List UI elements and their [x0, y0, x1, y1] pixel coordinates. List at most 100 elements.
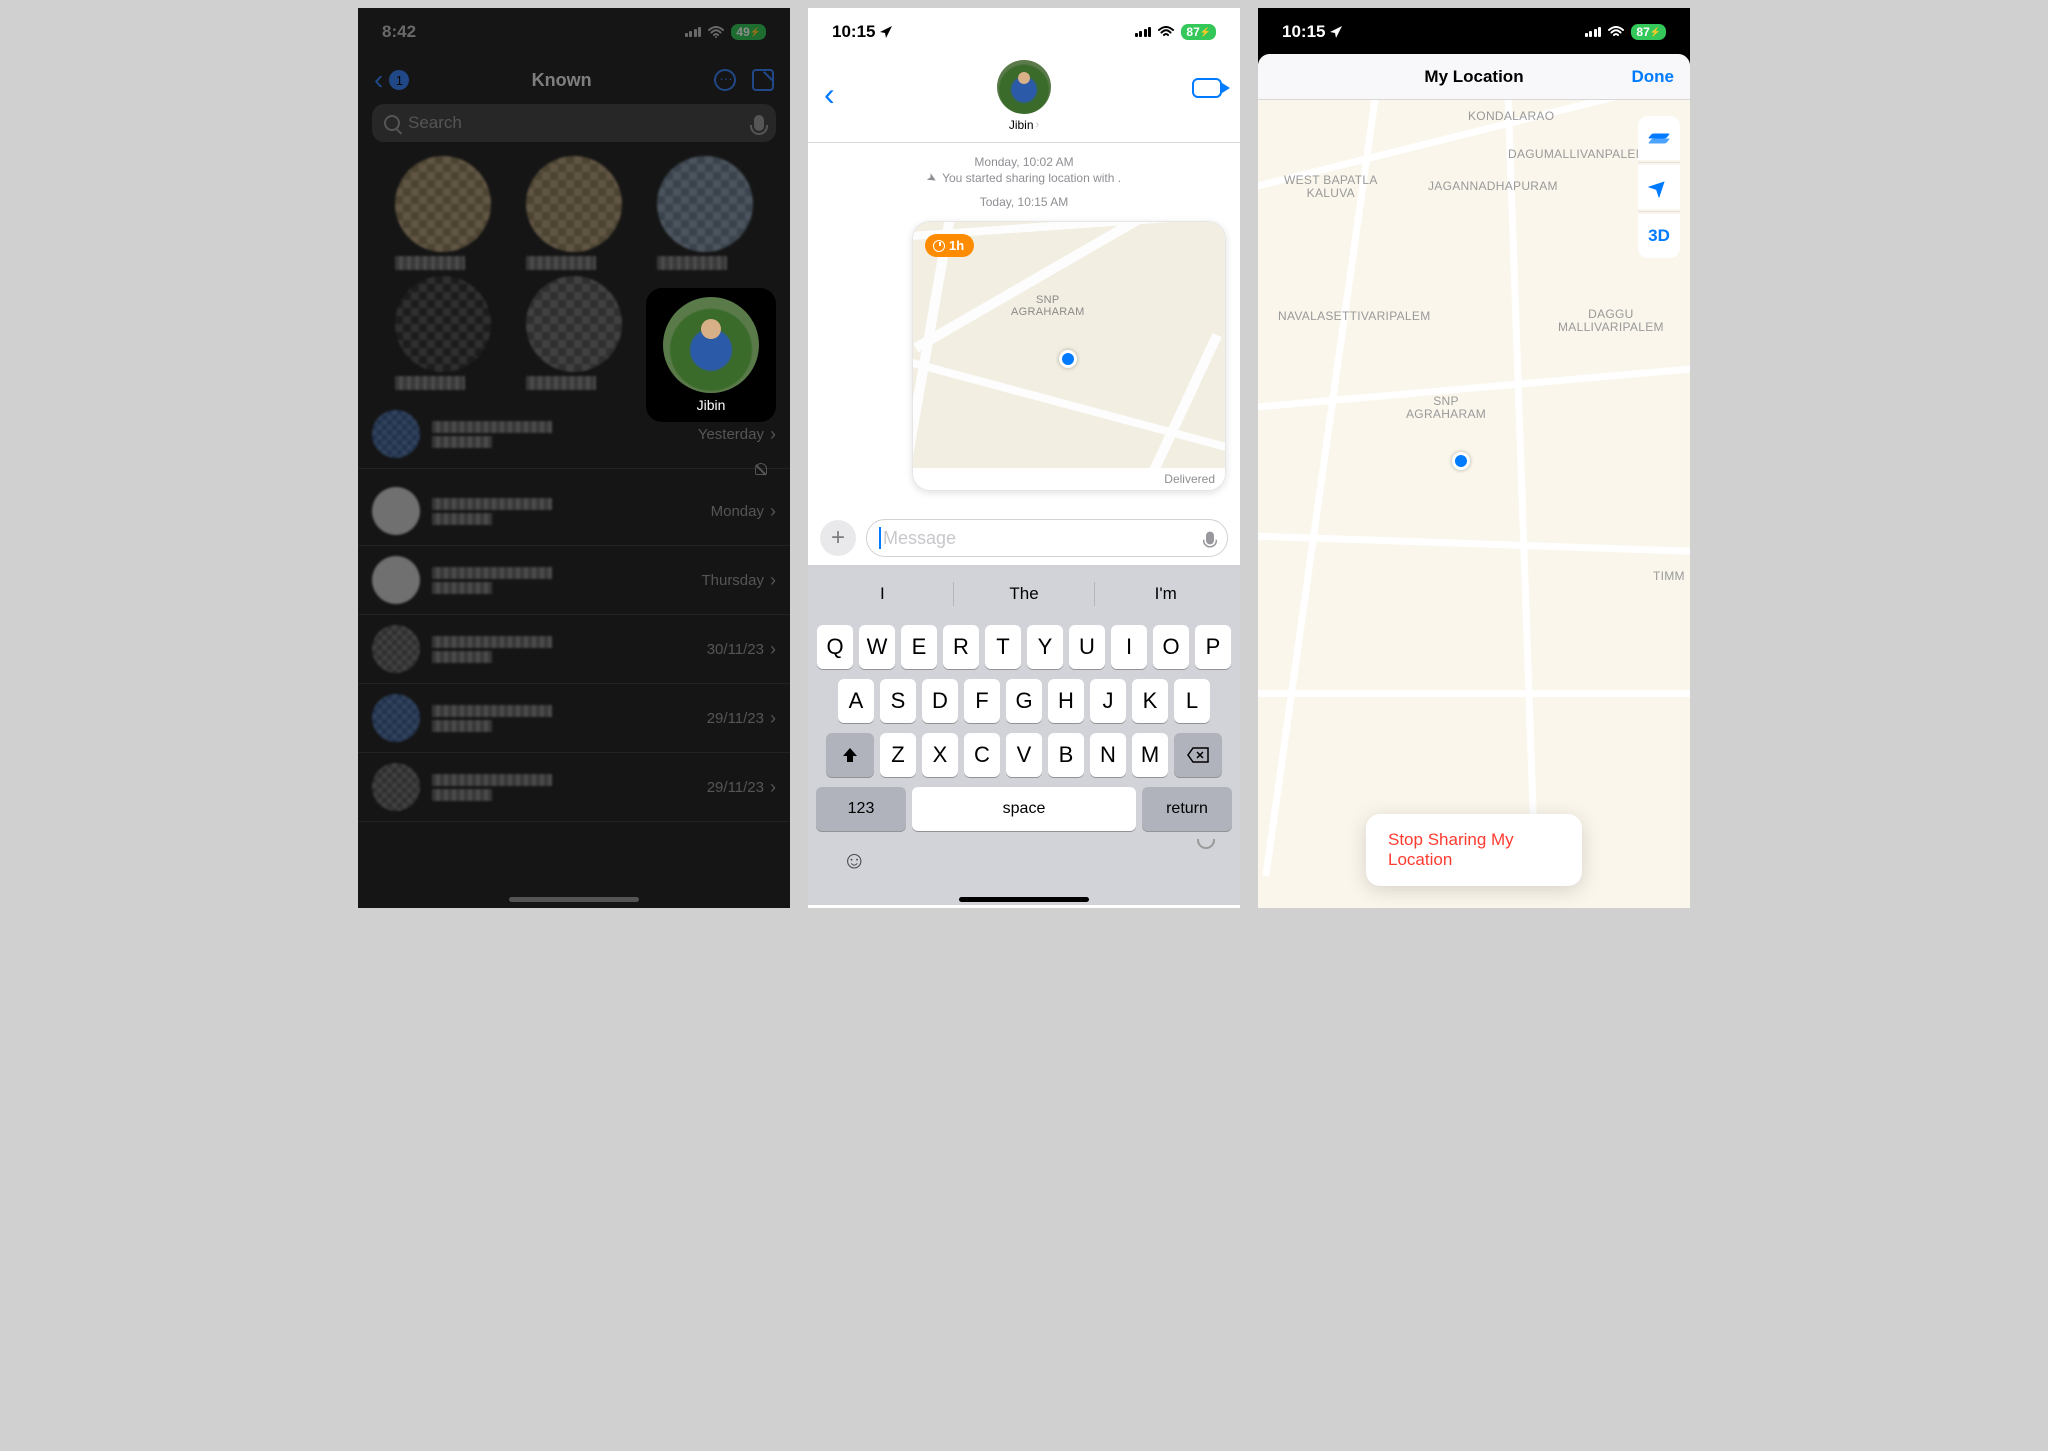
- emoji-key[interactable]: ☺: [842, 847, 867, 875]
- suggestion[interactable]: The: [954, 584, 1095, 604]
- status-bar: 10:15 87⚡: [1258, 8, 1690, 56]
- conversation-row[interactable]: 30/11/23›: [358, 615, 790, 684]
- key-e[interactable]: E: [901, 625, 937, 669]
- pinned-contact[interactable]: [395, 276, 491, 372]
- key-n[interactable]: N: [1090, 733, 1126, 777]
- key-j[interactable]: J: [1090, 679, 1126, 723]
- key-w[interactable]: W: [859, 625, 895, 669]
- contact-name-button[interactable]: Jibin ›: [1009, 118, 1039, 132]
- key-c[interactable]: C: [964, 733, 1000, 777]
- key-k[interactable]: K: [1132, 679, 1168, 723]
- dictate-icon[interactable]: [754, 115, 764, 131]
- key-h[interactable]: H: [1048, 679, 1084, 723]
- pinned-contact[interactable]: [657, 156, 753, 252]
- suggestion[interactable]: I'm: [1095, 584, 1236, 604]
- message-timeline: Monday, 10:02 AM ➤ You started sharing l…: [808, 143, 1240, 221]
- dimmed-background: 8:42 49⚡ ‹ 1 Known Search: [358, 8, 790, 908]
- location-share-bubble[interactable]: 1h SNP AGRAHARAM Delivered: [912, 221, 1226, 491]
- dictate-icon[interactable]: [1206, 532, 1214, 545]
- phone-messages-list: 8:42 49⚡ ‹ 1 Known Search: [358, 8, 790, 908]
- add-attachment-button[interactable]: +: [820, 520, 856, 556]
- avatar: [372, 625, 420, 673]
- cellular-icon: [1585, 27, 1602, 37]
- key-u[interactable]: U: [1069, 625, 1105, 669]
- map-layers-button[interactable]: [1638, 116, 1680, 160]
- keyboard-suggestions: I The I'm: [812, 573, 1236, 615]
- conversation-row[interactable]: 29/11/23›: [358, 753, 790, 822]
- date-label: 29/11/23: [707, 779, 764, 796]
- wifi-icon: [707, 26, 725, 39]
- key-p[interactable]: P: [1195, 625, 1231, 669]
- key-l[interactable]: L: [1174, 679, 1210, 723]
- space-key[interactable]: space: [912, 787, 1136, 831]
- context-menu-contact-card[interactable]: Jibin: [646, 288, 776, 422]
- conversation-header: ‹ Jibin ›: [808, 56, 1240, 143]
- compose-button[interactable]: [752, 69, 774, 91]
- shift-key[interactable]: [826, 733, 874, 777]
- back-button[interactable]: ‹ 1: [374, 64, 409, 96]
- location-sheet: My Location Done KONDALARAO DAGUMALLIVAN…: [1258, 54, 1690, 908]
- stop-sharing-button[interactable]: Stop Sharing My Location: [1366, 814, 1582, 886]
- key-i[interactable]: I: [1111, 625, 1147, 669]
- avatar: [372, 694, 420, 742]
- pinned-name-redacted: [657, 256, 727, 270]
- key-t[interactable]: T: [985, 625, 1021, 669]
- key-f[interactable]: F: [964, 679, 1000, 723]
- recenter-button[interactable]: [1638, 165, 1680, 209]
- cellular-icon: [685, 27, 702, 37]
- pinned-contact[interactable]: [526, 156, 622, 252]
- duration-badge: 1h: [925, 234, 974, 257]
- key-o[interactable]: O: [1153, 625, 1189, 669]
- back-button[interactable]: ‹: [824, 76, 835, 113]
- key-x[interactable]: X: [922, 733, 958, 777]
- key-y[interactable]: Y: [1027, 625, 1063, 669]
- status-time: 10:15: [1282, 22, 1325, 42]
- message-input-row: + Message: [808, 515, 1240, 565]
- key-a[interactable]: A: [838, 679, 874, 723]
- facetime-button[interactable]: [1192, 78, 1222, 98]
- avatar: [372, 763, 420, 811]
- key-r[interactable]: R: [943, 625, 979, 669]
- pinned-name-redacted: [526, 376, 596, 390]
- map-label: KONDALARAO: [1468, 110, 1554, 123]
- nav-bar: ‹ 1 Known: [358, 56, 790, 100]
- home-indicator[interactable]: [959, 897, 1089, 902]
- numbers-key[interactable]: 123: [816, 787, 906, 831]
- suggestion[interactable]: I: [812, 584, 953, 604]
- contact-avatar[interactable]: [997, 60, 1051, 114]
- key-s[interactable]: S: [880, 679, 916, 723]
- backspace-key[interactable]: [1174, 733, 1222, 777]
- conversation-row[interactable]: Thursday›: [358, 546, 790, 615]
- message-input[interactable]: Message: [866, 519, 1228, 557]
- key-v[interactable]: V: [1006, 733, 1042, 777]
- map-3d-button[interactable]: 3D: [1638, 214, 1680, 258]
- search-icon: [384, 115, 400, 131]
- search-placeholder: Search: [408, 113, 746, 133]
- key-d[interactable]: D: [922, 679, 958, 723]
- home-indicator[interactable]: [509, 897, 639, 902]
- preview-redacted: [432, 789, 492, 801]
- current-location-dot: [1452, 452, 1470, 470]
- done-button[interactable]: Done: [1632, 67, 1675, 87]
- key-q[interactable]: Q: [817, 625, 853, 669]
- key-g[interactable]: G: [1006, 679, 1042, 723]
- text-cursor: [879, 527, 881, 549]
- date-label: Yesterday: [698, 426, 764, 443]
- key-z[interactable]: Z: [880, 733, 916, 777]
- search-input[interactable]: Search: [372, 104, 776, 142]
- battery-badge: 87⚡: [1631, 24, 1666, 40]
- pinned-name-redacted: [526, 256, 596, 270]
- map-thumbnail: 1h SNP AGRAHARAM: [913, 222, 1225, 468]
- key-b[interactable]: B: [1048, 733, 1084, 777]
- pinned-contact[interactable]: [395, 156, 491, 252]
- full-map[interactable]: KONDALARAO DAGUMALLIVANPALEM WEST BAPATL…: [1258, 100, 1690, 908]
- conversation-list: Yesterday› Monday› Thursday› 30/11/23›: [358, 400, 790, 822]
- more-options-icon[interactable]: [714, 69, 736, 91]
- return-key[interactable]: return: [1142, 787, 1232, 831]
- conversation-row[interactable]: 29/11/23›: [358, 684, 790, 753]
- pinned-contact[interactable]: [526, 276, 622, 372]
- key-m[interactable]: M: [1132, 733, 1168, 777]
- date-label: Monday: [711, 503, 764, 520]
- duration-label: 1h: [949, 238, 964, 253]
- conversation-row[interactable]: Monday›: [358, 477, 790, 546]
